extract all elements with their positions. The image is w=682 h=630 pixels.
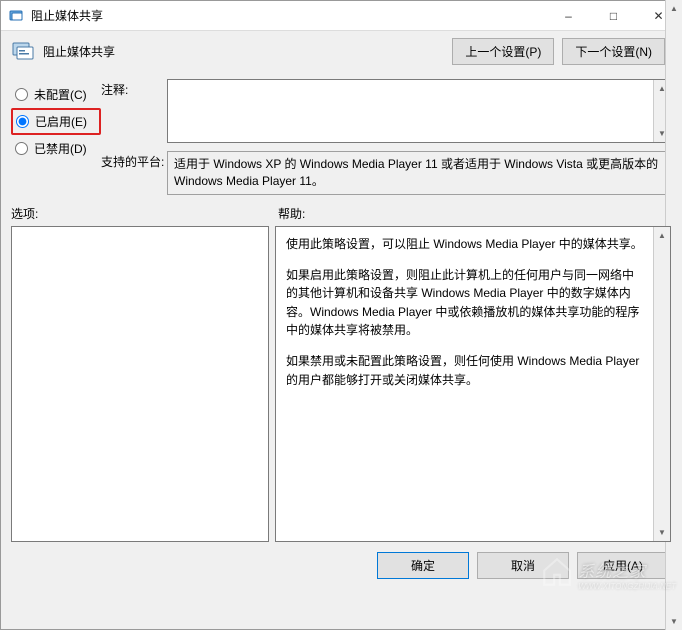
help-paragraph: 如果启用此策略设置，则阻止此计算机上的任何用户与同一网络中的其他计算机和设备共享… [286, 266, 643, 340]
apply-button[interactable]: 应用(A) [577, 552, 669, 579]
help-paragraph: 使用此策略设置，可以阻止 Windows Media Player 中的媒体共享… [286, 235, 643, 254]
scroll-down-icon[interactable]: ▼ [654, 524, 670, 541]
radio-not-configured-label: 未配置(C) [34, 86, 87, 103]
policy-icon [11, 39, 35, 63]
scrollbar[interactable]: ▲ ▼ [653, 227, 670, 541]
cancel-button[interactable]: 取消 [477, 552, 569, 579]
radio-enabled-label: 已启用(E) [35, 113, 87, 130]
titlebar: 阻止媒体共享 – □ ✕ [1, 1, 681, 31]
scroll-up-icon[interactable]: ▲ [654, 227, 670, 244]
minimize-button[interactable]: – [546, 1, 591, 30]
supported-platforms: 适用于 Windows XP 的 Windows Media Player 11… [167, 151, 671, 195]
config-area: 未配置(C) 已启用(E) 已禁用(D) 注释: ▲ ▼ 支持的平台: 适用于 … [1, 71, 681, 201]
ok-button[interactable]: 确定 [377, 552, 469, 579]
supported-platforms-text: 适用于 Windows XP 的 Windows Media Player 11… [174, 157, 658, 188]
maximize-button[interactable]: □ [591, 1, 636, 30]
radio-disabled[interactable]: 已禁用(D) [11, 135, 101, 162]
app-icon [9, 8, 25, 24]
panes: 使用此策略设置，可以阻止 Windows Media Player 中的媒体共享… [1, 226, 681, 542]
radio-disabled-label: 已禁用(D) [34, 140, 87, 157]
next-setting-button[interactable]: 下一个设置(N) [562, 38, 665, 65]
comment-textbox[interactable]: ▲ ▼ [167, 79, 671, 143]
radio-not-configured-input[interactable] [15, 88, 28, 101]
radio-group: 未配置(C) 已启用(E) 已禁用(D) [11, 79, 101, 195]
options-pane [11, 226, 269, 542]
help-label: 帮助: [278, 205, 305, 222]
window-controls: – □ ✕ [546, 1, 681, 30]
comment-label: 注释: [101, 79, 167, 98]
radio-disabled-input[interactable] [15, 142, 28, 155]
help-pane: 使用此策略设置，可以阻止 Windows Media Player 中的媒体共享… [275, 226, 671, 542]
radio-not-configured[interactable]: 未配置(C) [11, 81, 101, 108]
dialog-buttons: 确定 取消 应用(A) [1, 542, 681, 589]
platform-label: 支持的平台: [101, 151, 167, 170]
window-title: 阻止媒体共享 [31, 7, 546, 24]
help-paragraph: 如果禁用或未配置此策略设置，则任何使用 Windows Media Player… [286, 352, 643, 389]
page-title: 阻止媒体共享 [43, 43, 452, 60]
scroll-up-icon[interactable]: ▲ [666, 0, 682, 17]
section-labels: 选项: 帮助: [1, 201, 681, 226]
header-row: 阻止媒体共享 上一个设置(P) 下一个设置(N) [1, 31, 681, 71]
radio-enabled-input[interactable] [16, 115, 29, 128]
options-label: 选项: [11, 205, 278, 222]
scroll-down-icon[interactable]: ▼ [666, 613, 682, 630]
previous-setting-button[interactable]: 上一个设置(P) [452, 38, 554, 65]
help-text: 使用此策略设置，可以阻止 Windows Media Player 中的媒体共享… [276, 227, 653, 541]
radio-enabled[interactable]: 已启用(E) [11, 108, 101, 135]
